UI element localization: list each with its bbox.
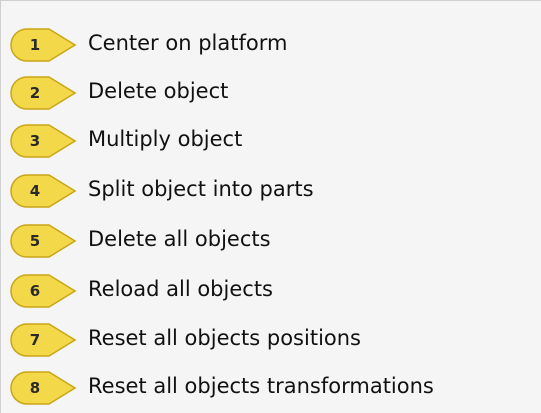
callout-number: 4 (29, 182, 41, 200)
menu-item-label: Reset all objects transformations (88, 374, 434, 398)
callout-number: 1 (29, 36, 41, 54)
callout-badge-6-icon: 6 (9, 273, 77, 309)
callout-number: 5 (29, 232, 41, 250)
menu-item-label: Center on platform (88, 31, 288, 55)
menu-item-label: Delete all objects (88, 227, 271, 251)
menu-item-multiply-object[interactable]: 3 Multiply object (1, 115, 541, 165)
callout-number: 8 (29, 379, 41, 397)
menu-item-label: Multiply object (88, 127, 243, 151)
menu-item-reload-all-objects[interactable]: 6 Reload all objects (1, 265, 541, 315)
callout-number: 7 (29, 331, 41, 349)
callout-badge-3-icon: 3 (9, 123, 77, 159)
menu-item-label: Reset all objects positions (88, 326, 361, 350)
menu-item-label: Split object into parts (88, 177, 314, 201)
callout-badge-2-icon: 2 (9, 75, 77, 111)
menu-item-split-object-into-parts[interactable]: 4 Split object into parts (1, 165, 541, 215)
callout-badge-5-icon: 5 (9, 223, 77, 259)
callout-number: 6 (29, 282, 41, 300)
callout-number: 3 (29, 132, 41, 150)
menu-item-label: Reload all objects (88, 277, 273, 301)
callout-badge-8-icon: 8 (9, 370, 77, 406)
menu-item-delete-object[interactable]: 2 Delete object (1, 67, 541, 117)
callout-badge-1-icon: 1 (9, 27, 77, 63)
context-menu: 1 Center on platform 2 Delete object 3 M… (0, 0, 541, 413)
callout-badge-4-icon: 4 (9, 173, 77, 209)
callout-badge-7-icon: 7 (9, 322, 77, 358)
menu-item-delete-all-objects[interactable]: 5 Delete all objects (1, 215, 541, 265)
menu-item-center-on-platform[interactable]: 1 Center on platform (1, 19, 541, 69)
menu-item-label: Delete object (88, 79, 229, 103)
callout-number: 2 (29, 84, 41, 102)
menu-item-reset-all-objects-positions[interactable]: 7 Reset all objects positions (1, 314, 541, 364)
menu-item-reset-all-objects-transformations[interactable]: 8 Reset all objects transformations (1, 362, 541, 412)
